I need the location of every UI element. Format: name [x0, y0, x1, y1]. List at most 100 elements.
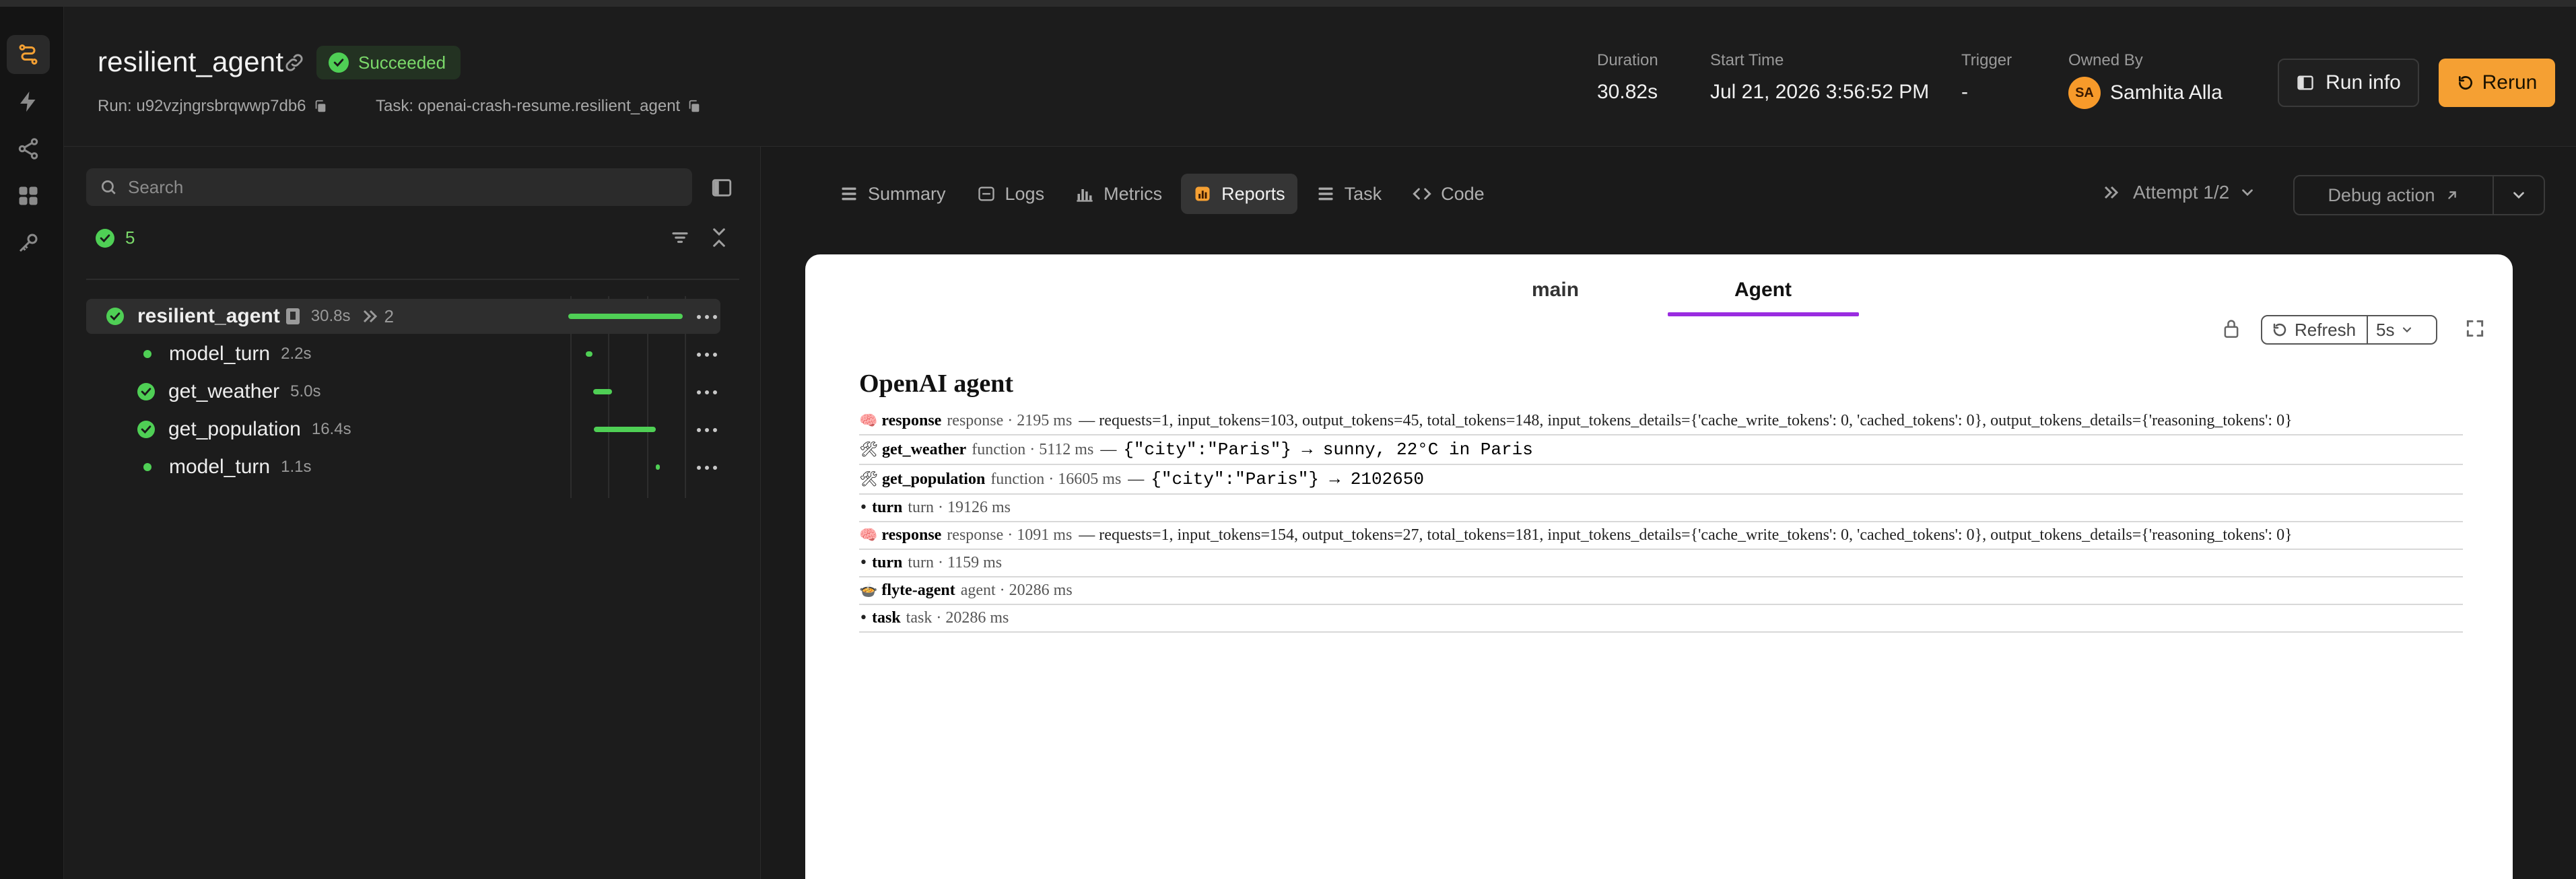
sidebar-panel-icon — [2297, 75, 2313, 90]
row-name: model_turn — [169, 456, 271, 478]
fullscreen-icon[interactable] — [2464, 318, 2486, 339]
row-duration: 30.8s — [310, 307, 351, 325]
nav-runs-button[interactable] — [7, 35, 50, 74]
code-icon — [1413, 188, 1431, 200]
event-icon: • — [859, 499, 868, 516]
event-detail: — requests=1, input_tokens=154, output_t… — [1079, 526, 2293, 544]
event-icon: 🧠 — [859, 527, 878, 544]
row-success-icon — [137, 421, 155, 438]
lock-icon[interactable] — [2222, 318, 2241, 339]
row-more-icon[interactable] — [695, 389, 719, 396]
chevron-down-icon — [2513, 192, 2524, 199]
workflow-icon — [19, 44, 38, 65]
report-tab-agent[interactable]: Agent — [1734, 279, 1792, 302]
tree-row-get-weather[interactable]: get_weather 5.0s — [86, 374, 720, 409]
owner-label: Owned By — [2068, 51, 2143, 69]
event-meta: agent · 20286 ms — [960, 582, 1073, 599]
tab-label: Reports — [1221, 183, 1285, 204]
refresh-interval-value: 5s — [2376, 319, 2395, 340]
tab-logs[interactable]: Logs — [965, 174, 1057, 214]
event-row: 🧠 response response · 2195 ms — requests=1,… — [859, 408, 2463, 435]
grid-icon — [19, 186, 38, 205]
tab-task[interactable]: Task — [1304, 174, 1394, 214]
owner-name: Samhita Alla — [2110, 81, 2223, 104]
start-time-label: Start Time — [1710, 51, 1784, 69]
duration-value: 30.82s — [1597, 81, 1658, 103]
row-more-icon[interactable] — [695, 464, 719, 471]
event-row: • turn turn · 19126 ms — [859, 495, 2463, 522]
row-name: model_turn — [169, 343, 271, 365]
search-placeholder: Search — [128, 176, 184, 197]
filter-icon[interactable] — [670, 227, 690, 248]
run-id: Run: u92vzjngrsbrqwwp7db6 — [98, 97, 328, 116]
debug-action-button[interactable]: Debug action — [2293, 175, 2494, 215]
nav-apps-button[interactable] — [7, 176, 50, 215]
detail-tabs: Summary Logs Metrics Reports Task Code — [827, 174, 1497, 214]
attempt-selector[interactable]: Attempt 1/2 — [2103, 182, 2256, 203]
tab-label: Code — [1441, 183, 1485, 204]
tree-row-model-turn[interactable]: model_turn 2.2s — [86, 337, 720, 372]
task-id: Task: openai-crash-resume.resilient_agen… — [376, 97, 702, 116]
copy-run-id-icon[interactable] — [313, 99, 328, 114]
refresh-interval-select[interactable]: 5s — [2368, 320, 2421, 341]
report-icon — [1195, 186, 1210, 201]
event-list: 🧠 response response · 2195 ms — requests=1,… — [859, 408, 2463, 633]
event-row: • task task · 20286 ms — [859, 605, 2463, 633]
event-name: get_weather — [881, 440, 967, 458]
event-icon: 🛠 — [859, 441, 878, 458]
debug-menu-button[interactable] — [2493, 175, 2545, 215]
row-more-icon[interactable] — [695, 314, 719, 320]
tab-metrics[interactable]: Metrics — [1063, 174, 1174, 214]
run-header: resilient_agent Succeeded Run: u92vzjngr… — [64, 7, 2576, 147]
chevron-down-icon — [2402, 327, 2411, 332]
tree-row-model-turn-2[interactable]: model_turn 1.1s — [86, 450, 720, 485]
event-row: • turn turn · 1159 ms — [859, 550, 2463, 577]
refresh-button[interactable]: Refresh — [2262, 316, 2369, 343]
row-attempts: 2 — [384, 306, 394, 326]
event-detail: — requests=1, input_tokens=103, output_t… — [1079, 412, 2293, 429]
success-count-value: 5 — [125, 227, 135, 248]
event-detail: — — [1128, 470, 1145, 488]
toggle-panel-icon[interactable] — [710, 176, 733, 199]
run-info-button[interactable]: Run info — [2278, 59, 2419, 107]
tab-summary[interactable]: Summary — [827, 174, 958, 214]
nav-share-button[interactable] — [7, 129, 50, 168]
report-card: main Agent Refresh 5s OpenAI agent 🧠 resp… — [805, 254, 2513, 879]
list-icon — [842, 187, 856, 201]
start-time-value: Jul 21, 2026 3:56:52 PM — [1710, 81, 1930, 103]
tab-reports[interactable]: Reports — [1181, 174, 1297, 214]
report-tab-main[interactable]: main — [1532, 279, 1579, 302]
row-more-icon[interactable] — [695, 427, 719, 433]
bar-chart-icon — [1077, 189, 1093, 202]
event-name: turn — [871, 499, 903, 516]
event-row: 🛠 get_population function · 16605 ms — {"cit… — [859, 465, 2463, 495]
event-meta: response · 1091 ms — [947, 526, 1073, 544]
trigger-value: - — [1961, 81, 1968, 103]
row-running-dot — [143, 463, 151, 471]
rerun-button[interactable]: Rerun — [2439, 59, 2555, 107]
collapse-all-icon[interactable] — [709, 226, 729, 249]
run-tree-panel: Search 5 resilient_agent 30.8s 2 model_t… — [64, 147, 761, 879]
rerun-label: Rerun — [2482, 71, 2538, 94]
run-title: resilient_agent — [98, 46, 284, 77]
success-check-icon — [329, 52, 349, 73]
share-icon — [18, 138, 38, 160]
event-meta: function · 16605 ms — [990, 470, 1122, 488]
row-more-icon[interactable] — [695, 351, 719, 358]
copy-task-icon[interactable] — [687, 99, 702, 114]
top-strip — [0, 0, 2576, 7]
event-name: response — [881, 412, 942, 429]
event-meta: response · 2195 ms — [947, 412, 1073, 429]
nav-keys-button[interactable] — [7, 223, 50, 262]
event-row: 🛠 get_weather function · 5112 ms — {"city":"… — [859, 435, 2463, 465]
link-icon[interactable] — [283, 51, 306, 74]
left-nav — [0, 7, 64, 879]
nav-triggers-button[interactable] — [7, 82, 50, 121]
active-report-tab-indicator — [1668, 312, 1859, 316]
row-name: get_population — [168, 418, 301, 440]
tab-code[interactable]: Code — [1400, 174, 1497, 214]
event-row: 🍲 flyte-agent agent · 20286 ms — [859, 577, 2463, 605]
run-id-text: Run: u92vzjngrsbrqwwp7db6 — [98, 97, 306, 115]
row-running-dot — [143, 350, 151, 358]
search-input[interactable]: Search — [86, 168, 692, 206]
